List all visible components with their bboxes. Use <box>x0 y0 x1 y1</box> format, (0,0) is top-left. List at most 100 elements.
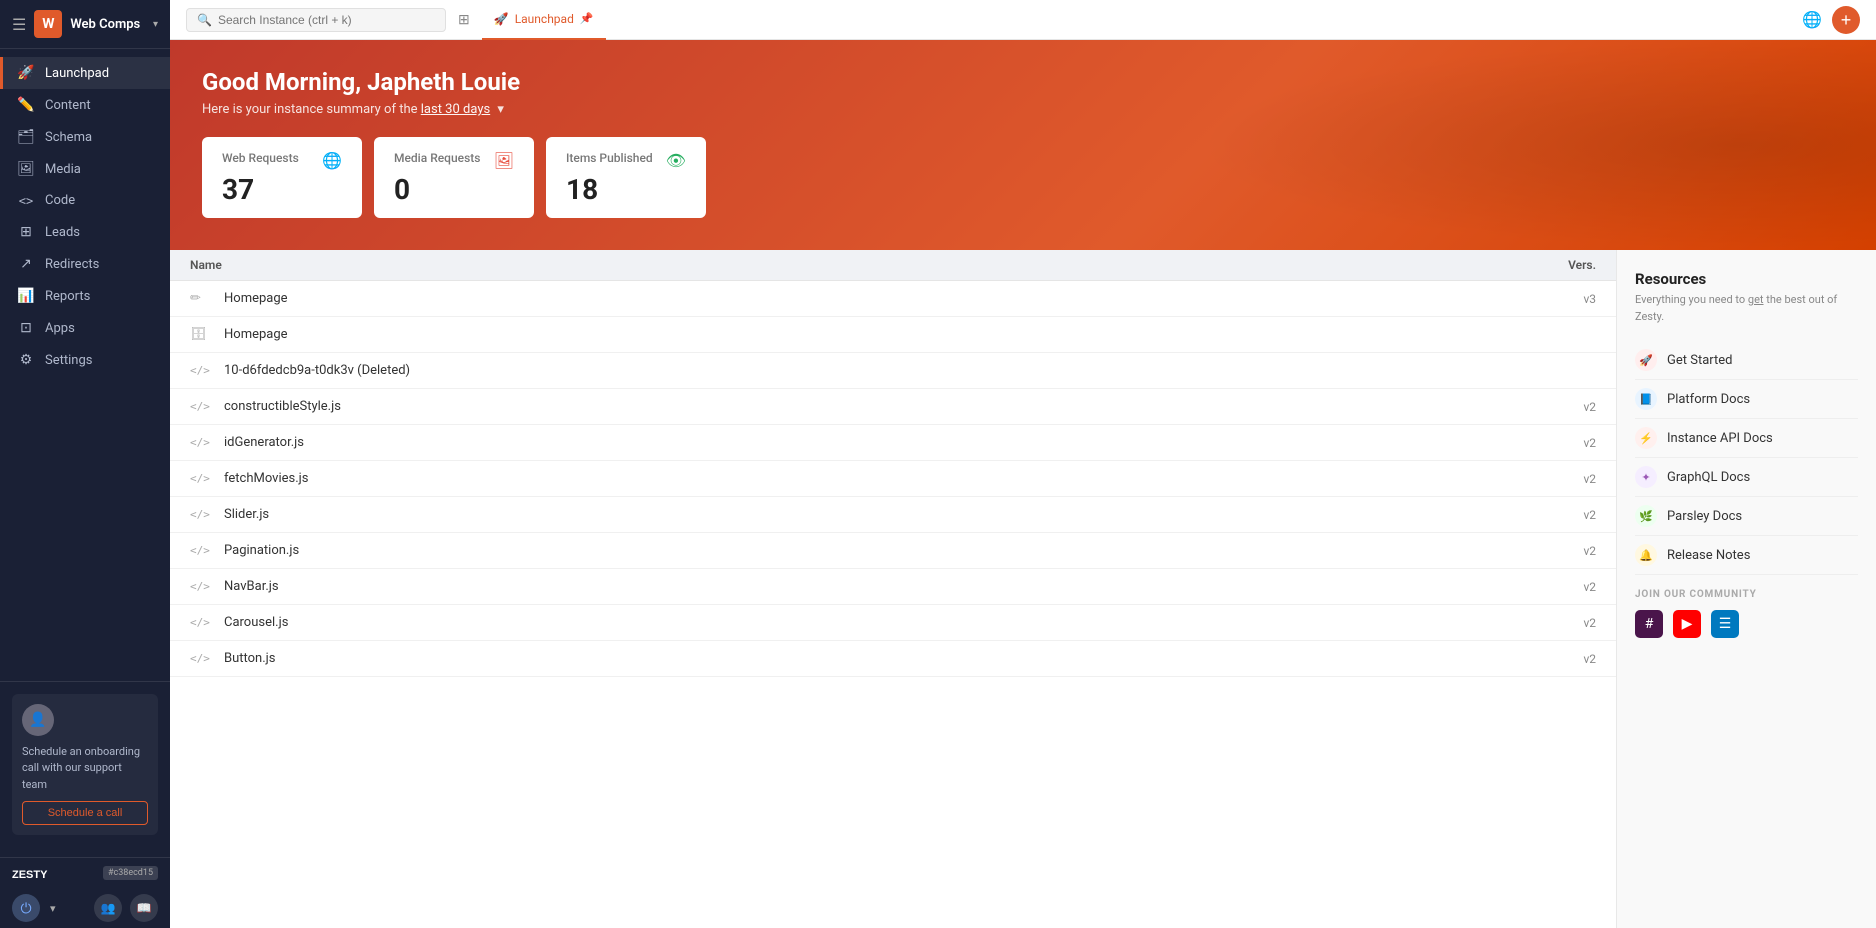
sidebar-item-redirects[interactable]: ↗ Redirects <box>0 248 170 280</box>
onboarding-card: 👤 Schedule an onboarding call with our s… <box>12 694 158 836</box>
row-code-icon: </> <box>190 508 214 521</box>
search-input[interactable] <box>218 13 418 27</box>
resource-link-platform-docs[interactable]: 📘 Platform Docs <box>1635 380 1858 419</box>
row-version: v2 <box>1546 544 1596 558</box>
filter-icon[interactable]: ⊞ <box>458 12 470 28</box>
instance-api-label: Instance API Docs <box>1667 431 1773 446</box>
resource-link-parsley[interactable]: 🌿 Parsley Docs <box>1635 497 1858 536</box>
power-button[interactable]: ⏻ <box>12 894 40 922</box>
sidebar-arrow-icon: ▾ <box>153 19 158 30</box>
row-name: Pagination.js <box>224 543 1546 558</box>
row-db-icon: 🗄 <box>190 327 214 342</box>
graphql-icon: ✦ <box>1635 466 1657 488</box>
content-area: Good Morning, Japheth Louie Here is your… <box>170 40 1876 928</box>
row-version: v2 <box>1546 508 1596 522</box>
row-version: v2 <box>1546 436 1596 450</box>
table-row[interactable]: </> Carousel.js v2 <box>170 605 1616 641</box>
row-code-icon: </> <box>190 472 214 485</box>
row-name: constructibleStyle.js <box>224 399 1546 414</box>
stat-card-web-requests: Web Requests 🌐 37 <box>202 137 362 218</box>
parsley-icon: 🌿 <box>1635 505 1657 527</box>
resource-link-graphql[interactable]: ✦ GraphQL Docs <box>1635 458 1858 497</box>
stat-value-media: 0 <box>394 176 514 204</box>
sidebar-label-content: Content <box>45 98 91 113</box>
table-row[interactable]: </> fetchMovies.js v2 <box>170 461 1616 497</box>
platform-docs-label: Platform Docs <box>1667 392 1750 407</box>
users-button[interactable]: 👥 <box>94 894 122 922</box>
youtube-icon[interactable]: ▶ <box>1673 610 1701 638</box>
table-row[interactable]: </> idGenerator.js v2 <box>170 425 1616 461</box>
period-dropdown-icon[interactable]: ▾ <box>497 102 504 117</box>
row-name: Homepage <box>224 291 1546 306</box>
sidebar-label-settings: Settings <box>45 353 92 368</box>
sidebar-item-launchpad[interactable]: 🚀 Launchpad <box>0 57 170 89</box>
period-link[interactable]: last 30 days <box>421 102 490 117</box>
resources-panel: Resources Everything you need to get the… <box>1616 250 1876 928</box>
hamburger-icon[interactable]: ☰ <box>12 15 26 34</box>
sidebar-item-apps[interactable]: ⊡ Apps <box>0 312 170 344</box>
sidebar-item-settings[interactable]: ⚙ Settings <box>0 344 170 376</box>
row-name: Carousel.js <box>224 615 1546 630</box>
docs-button[interactable]: 📖 <box>130 894 158 922</box>
col-vers-header: Vers. <box>1546 258 1596 272</box>
resources-title: Resources <box>1635 270 1858 288</box>
table-row[interactable]: ✏ Homepage v3 <box>170 281 1616 317</box>
stat-card-media-header: Media Requests 🖼 <box>394 151 514 170</box>
row-code-icon: </> <box>190 364 214 377</box>
table-row[interactable]: </> Slider.js v2 <box>170 497 1616 533</box>
tab-launchpad-icon: 🚀 <box>494 12 509 26</box>
code-icon: <> <box>17 194 35 208</box>
topbar: 🔍 ⊞ 🚀 Launchpad 📌 🌐 + <box>170 0 1876 40</box>
table-row[interactable]: </> 10-d6fdedcb9a-t0dk3v (Deleted) <box>170 353 1616 389</box>
table-row[interactable]: </> NavBar.js v2 <box>170 569 1616 605</box>
zesty-logo-icon: ZESTY <box>12 866 62 880</box>
get-started-icon: 🚀 <box>1635 349 1657 371</box>
platform-docs-icon: 📘 <box>1635 388 1657 410</box>
row-version: v2 <box>1546 472 1596 486</box>
launchpad-icon: 🚀 <box>17 65 35 81</box>
instance-api-icon: ⚡ <box>1635 427 1657 449</box>
sidebar-item-code[interactable]: <> Code <box>0 185 170 216</box>
add-button[interactable]: + <box>1832 6 1860 34</box>
media-requests-icon: 🖼 <box>494 151 514 170</box>
table-row[interactable]: 🗄 Homepage <box>170 317 1616 353</box>
stat-card-media-requests: Media Requests 🖼 0 <box>374 137 534 218</box>
row-version: v2 <box>1546 652 1596 666</box>
sidebar-app-name: Web Comps <box>70 17 145 32</box>
release-notes-label: Release Notes <box>1667 548 1750 563</box>
table-row[interactable]: </> Pagination.js v2 <box>170 533 1616 569</box>
sidebar-item-reports[interactable]: 📊 Reports <box>0 280 170 312</box>
subtitle-prefix: Here is your instance summary of the <box>202 102 418 117</box>
table-row[interactable]: </> Button.js v2 <box>170 641 1616 677</box>
resource-link-get-started[interactable]: 🚀 Get Started <box>1635 341 1858 380</box>
power-dropdown[interactable]: ▾ <box>50 902 56 915</box>
sidebar-item-schema[interactable]: 🗂 Schema <box>0 121 170 153</box>
resource-link-instance-api[interactable]: ⚡ Instance API Docs <box>1635 419 1858 458</box>
sidebar-item-media[interactable]: 🖼 Media <box>0 153 170 185</box>
content-icon: ✏️ <box>17 97 35 113</box>
stat-title-web: Web Requests <box>222 151 299 165</box>
trello-icon[interactable]: ☰ <box>1711 610 1739 638</box>
sidebar-item-leads[interactable]: ⊞ Leads <box>0 216 170 248</box>
sidebar-logo: W <box>34 10 62 38</box>
community-label: JOIN OUR COMMUNITY <box>1635 589 1858 600</box>
resources-subtitle-link[interactable]: get <box>1748 293 1764 306</box>
slack-icon[interactable]: # <box>1635 610 1663 638</box>
sidebar-item-content[interactable]: ✏️ Content <box>0 89 170 121</box>
hero-subtitle: Here is your instance summary of the las… <box>202 102 1844 117</box>
stat-title-media: Media Requests <box>394 151 480 165</box>
row-name: 10-d6fdedcb9a-t0dk3v (Deleted) <box>224 363 1546 378</box>
row-code-icon: </> <box>190 400 214 413</box>
settings-icon: ⚙ <box>17 352 35 368</box>
row-version: v3 <box>1546 292 1596 306</box>
sidebar-label-media: Media <box>45 162 81 177</box>
schedule-call-button[interactable]: Schedule a call <box>22 801 148 825</box>
row-code-icon: </> <box>190 652 214 665</box>
search-wrap[interactable]: 🔍 <box>186 8 446 32</box>
table-row[interactable]: </> constructibleStyle.js v2 <box>170 389 1616 425</box>
web-requests-icon: 🌐 <box>322 151 342 170</box>
pin-icon[interactable]: 📌 <box>580 12 594 25</box>
globe-icon[interactable]: 🌐 <box>1802 10 1822 29</box>
resource-link-release-notes[interactable]: 🔔 Release Notes <box>1635 536 1858 575</box>
tab-launchpad[interactable]: 🚀 Launchpad 📌 <box>482 0 606 40</box>
